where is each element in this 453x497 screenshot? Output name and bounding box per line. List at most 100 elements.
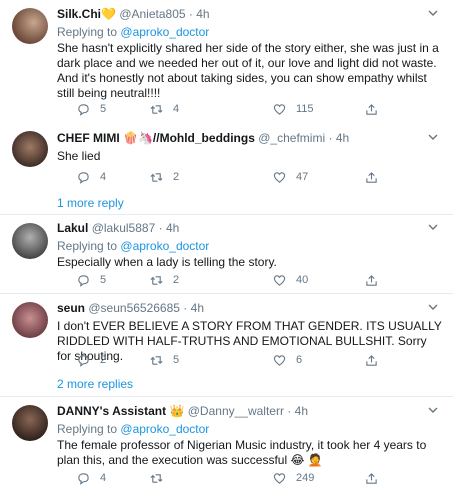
avatar[interactable] [12, 405, 48, 441]
reply-count: 4 [100, 472, 107, 484]
chevron-down-icon[interactable] [427, 131, 439, 143]
reply-icon [78, 472, 89, 485]
avatar[interactable] [12, 8, 48, 44]
reply-button[interactable]: 4 [77, 169, 106, 185]
reply-tweet[interactable]: Silk.Chi💛 @Anieta805 · 4h Replying to @a… [0, 0, 453, 122]
avatar[interactable] [12, 302, 48, 338]
share-button[interactable] [365, 352, 388, 368]
timestamp[interactable]: 4h [196, 7, 209, 21]
tweet-actions: 5 4 115 [57, 101, 443, 117]
share-icon [366, 472, 377, 484]
like-count: 40 [296, 274, 309, 286]
show-more-replies-link[interactable]: 2 more replies [57, 376, 133, 392]
retweet-count: 4 [173, 103, 180, 115]
handle[interactable]: @seun56526685 [88, 301, 180, 315]
replying-to-label: Replying to [57, 422, 118, 436]
avatar[interactable] [12, 223, 48, 259]
chevron-down-icon[interactable] [427, 7, 439, 19]
timestamp[interactable]: 4h [191, 301, 204, 315]
share-icon [366, 274, 377, 286]
show-more-replies-link[interactable]: 1 more reply [57, 195, 124, 211]
reply-button[interactable]: 2 [77, 352, 106, 368]
separator-dot: · [328, 131, 333, 145]
reply-icon [78, 354, 89, 367]
tweet-actions: 2 5 6 [57, 352, 443, 368]
retweet-button[interactable]: 4 [150, 101, 179, 117]
like-count: 6 [296, 354, 303, 366]
timestamp[interactable]: 4h [336, 131, 349, 145]
reply-tweet[interactable]: seun @seun56526685 · 4h I don't EVER BEL… [0, 294, 453, 372]
share-button[interactable] [365, 470, 388, 486]
like-button[interactable]: 40 [273, 272, 308, 288]
like-button[interactable]: 115 [273, 101, 314, 117]
tweet-text: Especially when a lady is telling the st… [57, 255, 277, 269]
like-count: 249 [296, 472, 315, 484]
display-name[interactable]: seun [57, 301, 85, 315]
chevron-down-icon[interactable] [427, 404, 439, 416]
replying-to-label: Replying to [57, 239, 118, 253]
chevron-down-icon[interactable] [427, 221, 439, 233]
timestamp[interactable]: 4h [295, 404, 308, 418]
retweet-icon [150, 172, 163, 182]
reply-tweet[interactable]: CHEF MIMI 🍿🦄//Mohld_beddings @_chefmimi … [0, 123, 453, 193]
reply-icon [78, 274, 89, 287]
share-icon [366, 103, 377, 115]
heart-icon [273, 274, 286, 286]
handle[interactable]: @lakul5887 [92, 221, 156, 235]
retweet-count: 2 [173, 274, 180, 286]
replying-to-label: Replying to [57, 25, 118, 39]
reply-tweet[interactable]: DANNY's Assistant 👑 @Danny__walterr · 4h… [0, 397, 453, 497]
like-button[interactable]: 47 [273, 169, 308, 185]
reply-icon [78, 171, 89, 184]
chevron-down-icon[interactable] [427, 301, 439, 313]
handle[interactable]: @_chefmimi [258, 131, 325, 145]
reply-count: 5 [100, 274, 107, 286]
reply-button[interactable]: 5 [77, 272, 106, 288]
display-name[interactable]: Silk.Chi [57, 7, 101, 21]
separator-dot: · [188, 7, 193, 21]
like-button[interactable]: 6 [273, 352, 302, 368]
heart-icon [273, 103, 286, 115]
display-name[interactable]: CHEF MIMI [57, 131, 120, 145]
tweet-text: The female professor of Nigerian Music i… [57, 438, 427, 467]
reply-button[interactable]: 4 [77, 470, 106, 486]
reply-count: 2 [100, 354, 107, 366]
display-name[interactable]: DANNY's Assistant [57, 404, 166, 418]
timestamp[interactable]: 4h [166, 221, 179, 235]
retweet-icon [150, 355, 163, 365]
name-emoji: 💛 [101, 7, 116, 21]
replying-to-link[interactable]: @aproko_doctor [120, 25, 209, 39]
retweet-button[interactable]: 2 [150, 169, 179, 185]
share-icon [366, 354, 377, 366]
replying-to: Replying to @aproko_doctor [57, 24, 443, 40]
retweet-button[interactable] [150, 470, 173, 486]
reply-tweet[interactable]: Lakul @lakul5887 · 4h Replying to @aprok… [0, 215, 453, 292]
tweet-text: She lied [57, 149, 101, 163]
share-button[interactable] [365, 169, 388, 185]
separator-dot: · [183, 301, 188, 315]
retweet-count: 2 [173, 171, 180, 183]
replying-to: Replying to @aproko_doctor [57, 238, 443, 254]
tweet-text: She hasn't explicitly shared her side of… [57, 41, 439, 100]
retweet-icon [150, 473, 163, 483]
tweet-actions: 4 249 [57, 470, 443, 486]
tweet-actions: 4 2 47 [57, 169, 443, 185]
like-count: 47 [296, 171, 309, 183]
separator-dot: · [158, 221, 163, 235]
replying-to-link[interactable]: @aproko_doctor [120, 239, 209, 253]
avatar[interactable] [12, 131, 48, 167]
handle[interactable]: @Danny__walterr [188, 404, 284, 418]
share-icon [366, 171, 377, 183]
name-emoji: 👑 [169, 404, 185, 418]
heart-icon [273, 354, 286, 366]
share-button[interactable] [365, 101, 388, 117]
handle[interactable]: @Anieta805 [119, 7, 185, 21]
share-button[interactable] [365, 272, 388, 288]
replying-to-link[interactable]: @aproko_doctor [120, 422, 209, 436]
retweet-button[interactable]: 5 [150, 352, 179, 368]
reply-count: 5 [100, 103, 107, 115]
retweet-button[interactable]: 2 [150, 272, 179, 288]
display-name[interactable]: Lakul [57, 221, 88, 235]
like-button[interactable]: 249 [273, 470, 314, 486]
reply-button[interactable]: 5 [77, 101, 106, 117]
